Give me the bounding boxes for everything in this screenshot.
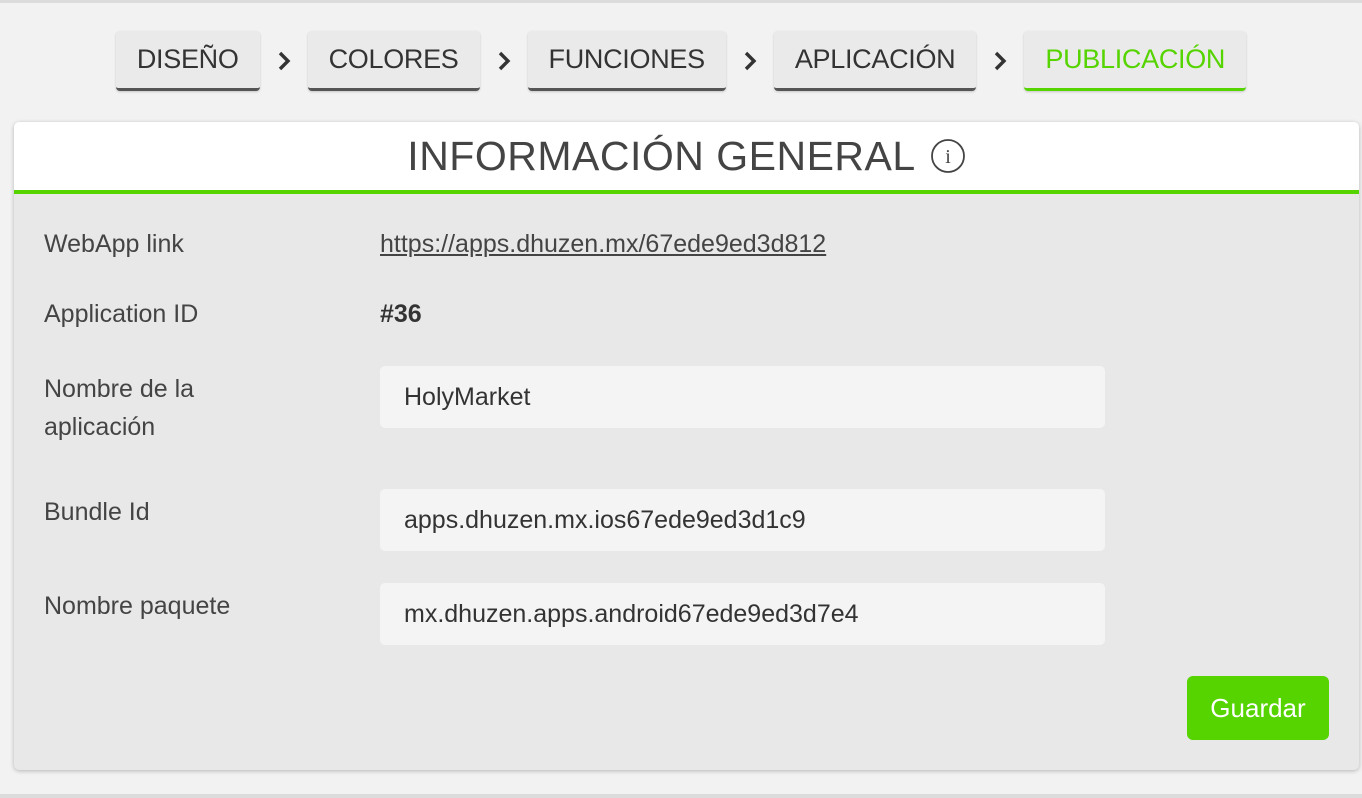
bundle-id-label: Bundle Id bbox=[44, 498, 150, 526]
bottom-divider bbox=[0, 794, 1362, 798]
general-info-card: INFORMACIÓN GENERAL i WebApp link https:… bbox=[14, 122, 1359, 770]
application-id-value: #36 bbox=[380, 300, 422, 328]
step-diseno[interactable]: DISEÑO bbox=[115, 31, 260, 91]
app-name-label: Nombre de la aplicación bbox=[44, 375, 195, 441]
step-aplicacion[interactable]: APLICACIÓN bbox=[773, 31, 977, 91]
package-name-label: Nombre paquete bbox=[44, 592, 231, 620]
save-button[interactable]: Guardar bbox=[1187, 676, 1329, 740]
svg-text:i: i bbox=[945, 146, 951, 168]
wizard-steps: DISEÑO COLORES FUNCIONES APLICACIÓN PUBL… bbox=[0, 31, 1362, 91]
chevron-right-icon bbox=[726, 31, 774, 91]
chevron-right-icon bbox=[260, 31, 308, 91]
bundle-id-input[interactable] bbox=[380, 489, 1105, 551]
chevron-right-icon bbox=[480, 31, 528, 91]
card-header: INFORMACIÓN GENERAL i bbox=[14, 122, 1359, 194]
chevron-right-icon bbox=[976, 31, 1024, 91]
package-name-input[interactable] bbox=[380, 583, 1105, 645]
top-divider bbox=[0, 0, 1362, 3]
webapp-link-label: WebApp link bbox=[44, 230, 184, 258]
step-colores[interactable]: COLORES bbox=[307, 31, 480, 91]
application-id-label: Application ID bbox=[44, 300, 199, 328]
webapp-link[interactable]: https://apps.dhuzen.mx/67ede9ed3d812 bbox=[380, 230, 826, 259]
step-funciones[interactable]: FUNCIONES bbox=[527, 31, 726, 91]
app-name-input[interactable] bbox=[380, 366, 1105, 428]
info-circle-icon[interactable]: i bbox=[930, 138, 966, 174]
card-title: INFORMACIÓN GENERAL bbox=[407, 132, 916, 179]
step-publicacion[interactable]: PUBLICACIÓN bbox=[1024, 31, 1247, 91]
